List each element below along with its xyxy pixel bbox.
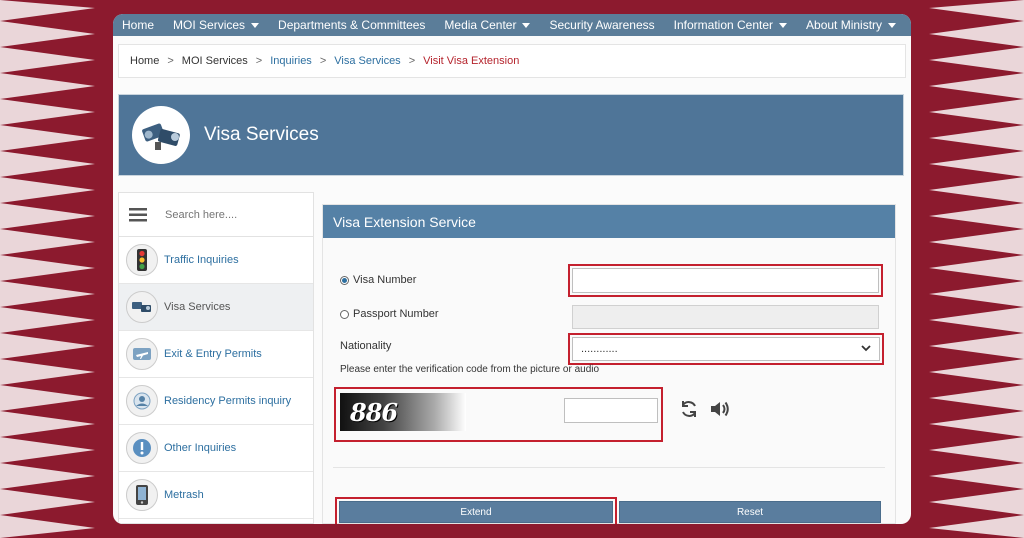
chevron-down-icon <box>861 343 871 355</box>
sidebar-item-label: Traffic Inquiries <box>164 254 239 266</box>
cameras-icon <box>126 291 158 323</box>
breadcrumb-home[interactable]: Home <box>130 55 159 67</box>
left-serrated-decoration <box>0 0 110 538</box>
passport-number-label: Passport Number <box>353 308 439 320</box>
sidebar-search <box>119 193 313 237</box>
nav-information-center[interactable]: Information Center <box>673 18 788 32</box>
radio-checked-icon <box>340 275 349 285</box>
breadcrumb-separator: > <box>408 55 416 67</box>
visa-number-input[interactable] <box>572 268 879 293</box>
nav-media-center-label: Media Center <box>444 18 517 32</box>
nav-departments[interactable]: Departments & Committees <box>278 18 425 32</box>
caret-down-icon <box>779 22 788 28</box>
captcha-text: 886 <box>350 397 398 427</box>
phone-icon <box>126 479 158 511</box>
info-icon <box>126 432 158 464</box>
nationality-label: Nationality <box>340 340 392 352</box>
nav-home-label: Home <box>122 18 155 32</box>
sidebar-item-label: Visa Services <box>164 301 231 313</box>
sidebar-item-metrash[interactable]: Metrash <box>119 472 313 519</box>
panel-title: Visa Extension Service <box>323 205 895 238</box>
caret-down-icon <box>888 22 897 28</box>
breadcrumb-current: Visit Visa Extension <box>423 55 520 67</box>
sidebar-item-exit-entry-permits[interactable]: Exit & Entry Permits <box>119 331 313 378</box>
nationality-selected-value: ............ <box>581 343 618 355</box>
nav-moi-services-label: MOI Services <box>173 18 246 32</box>
breadcrumb-moi-services[interactable]: MOI Services <box>182 55 248 67</box>
breadcrumb: Home > MOI Services > Inquiries > Visa S… <box>118 44 906 78</box>
captcha-input[interactable] <box>564 398 658 423</box>
right-serrated-decoration <box>914 0 1024 538</box>
nav-about-ministry[interactable]: About Ministry <box>806 18 897 32</box>
sidebar-item-visa-services[interactable]: Visa Services <box>119 284 313 331</box>
breadcrumb-inquiries[interactable]: Inquiries <box>270 55 312 67</box>
sidebar-item-label: Other Inquiries <box>164 442 237 454</box>
visa-number-radio[interactable]: Visa Number <box>340 274 416 286</box>
nav-security-awareness[interactable]: Security Awareness <box>549 18 654 32</box>
breadcrumb-separator: > <box>319 55 327 67</box>
visa-number-label: Visa Number <box>353 274 417 286</box>
traffic-light-icon <box>126 244 158 276</box>
sidebar-item-label: Residency Permits inquiry <box>164 395 292 407</box>
id-card-icon <box>126 385 158 417</box>
sidebar-item-label: Metrash <box>164 489 204 501</box>
refresh-icon[interactable] <box>678 398 700 420</box>
nav-about-ministry-label: About Ministry <box>806 18 883 32</box>
reset-button[interactable]: Reset <box>619 501 881 523</box>
hamburger-menu-icon[interactable] <box>119 193 157 237</box>
sidebar-item-traffic-inquiries[interactable]: Traffic Inquiries <box>119 237 313 284</box>
caret-down-icon <box>522 22 531 28</box>
top-navigation: Home MOI Services Departments & Committe… <box>113 14 911 36</box>
nationality-select[interactable]: ............ <box>572 337 880 361</box>
nav-moi-services[interactable]: MOI Services <box>173 18 260 32</box>
browser-frame: Home MOI Services Departments & Committe… <box>113 14 911 524</box>
passport-number-radio[interactable]: Passport Number <box>340 308 439 320</box>
captcha-image: 886 <box>340 393 466 431</box>
nav-security-awareness-label: Security Awareness <box>549 18 655 32</box>
page-banner: Visa Services <box>118 94 904 176</box>
sidebar-item-label: Exit & Entry Permits <box>164 348 262 360</box>
nav-departments-label: Departments & Committees <box>278 18 426 32</box>
form-divider <box>333 467 885 468</box>
speaker-icon[interactable] <box>709 398 731 420</box>
sidebar-search-input[interactable] <box>165 208 295 221</box>
airplane-icon <box>126 338 158 370</box>
visa-extension-panel: Visa Extension Service Visa Number Passp… <box>322 204 896 524</box>
sidebar-item-other-inquiries[interactable]: Other Inquiries <box>119 425 313 472</box>
extend-button[interactable]: Extend <box>339 501 613 523</box>
breadcrumb-separator: > <box>255 55 263 67</box>
passport-number-input[interactable] <box>572 305 879 329</box>
cameras-icon <box>132 106 190 164</box>
nav-media-center[interactable]: Media Center <box>444 18 531 32</box>
radio-unchecked-icon <box>340 309 349 319</box>
verification-hint: Please enter the verification code from … <box>340 364 600 375</box>
page-title: Visa Services <box>204 124 319 145</box>
sidebar-item-residency-permits[interactable]: Residency Permits inquiry <box>119 378 313 425</box>
sidebar: Traffic Inquiries Visa Services Exit & E… <box>118 192 314 524</box>
nav-home[interactable]: Home <box>122 18 154 32</box>
nav-information-center-label: Information Center <box>673 18 774 32</box>
caret-down-icon <box>251 22 260 28</box>
breadcrumb-separator: > <box>167 55 174 67</box>
breadcrumb-visa-services[interactable]: Visa Services <box>334 55 400 67</box>
